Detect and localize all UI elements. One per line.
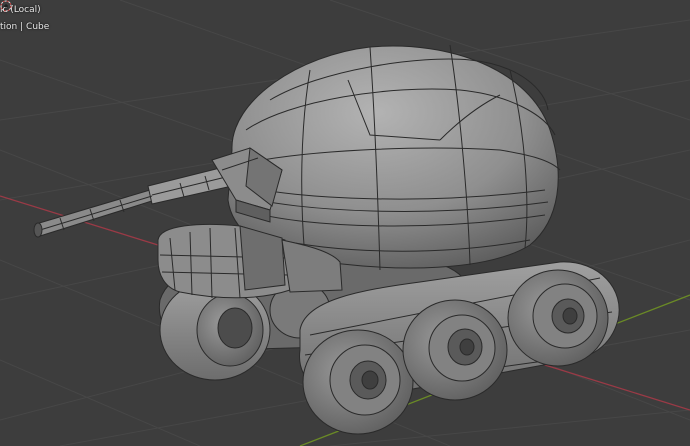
- collection-name: tion: [0, 22, 18, 32]
- viewport-canvas[interactable]: [0, 0, 690, 446]
- turret-dome: [227, 44, 561, 271]
- collection-separator: |: [20, 22, 24, 32]
- active-object-name: Cube: [26, 22, 50, 32]
- collection-label: tion | Cube: [0, 21, 49, 33]
- 3d-viewport[interactable]: ic (Local) tion | Cube: [0, 0, 690, 446]
- 3d-cursor-icon[interactable]: [0, 0, 12, 12]
